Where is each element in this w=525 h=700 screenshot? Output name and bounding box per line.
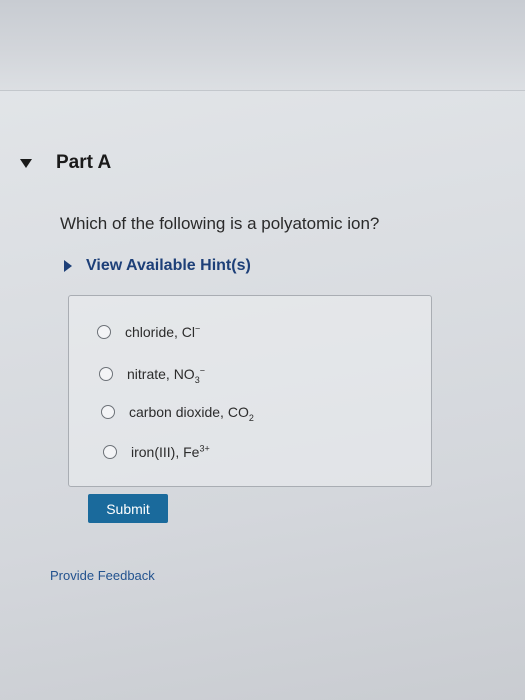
submit-button[interactable]: Submit [88, 494, 168, 523]
question-text: Which of the following is a polyatomic i… [60, 214, 380, 233]
provide-feedback-link[interactable]: Provide Feedback [50, 568, 155, 583]
answer-options-box: chloride, Cl− nitrate, NO3− carbon dioxi… [68, 295, 432, 487]
top-background-band [0, 0, 525, 90]
option-nitrate[interactable]: nitrate, NO3− [99, 365, 205, 385]
radio-button[interactable] [97, 325, 111, 339]
part-title: Part A [56, 152, 112, 173]
option-label: iron(III), Fe3+ [131, 443, 210, 460]
option-iron-iii[interactable]: iron(III), Fe3+ [103, 444, 210, 460]
view-hints-link[interactable]: View Available Hint(s) [64, 257, 251, 275]
hint-label: View Available Hint(s) [86, 257, 251, 274]
radio-button[interactable] [103, 445, 117, 459]
option-label: nitrate, NO3− [127, 365, 205, 385]
option-label: carbon dioxide, CO2 [129, 404, 254, 423]
triangle-down-icon [20, 158, 32, 168]
top-divider [0, 90, 525, 91]
radio-button[interactable] [99, 367, 113, 381]
part-a-toggle[interactable]: Part A [20, 152, 111, 174]
option-chloride[interactable]: chloride, Cl− [97, 324, 200, 340]
triangle-right-icon [64, 260, 72, 272]
radio-button[interactable] [101, 405, 115, 419]
option-label: chloride, Cl− [125, 323, 201, 340]
option-carbon-dioxide[interactable]: carbon dioxide, CO2 [101, 404, 254, 423]
